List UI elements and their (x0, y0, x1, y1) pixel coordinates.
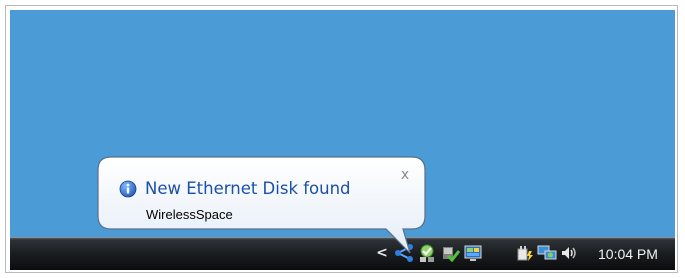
speaker-volume-icon[interactable] (559, 243, 579, 263)
info-icon (119, 180, 137, 198)
network-connection-icon[interactable] (537, 243, 557, 263)
balloon-title-row: New Ethernet Disk found (119, 178, 351, 200)
update-checkmark-icon[interactable] (440, 243, 460, 263)
display-monitor-icon[interactable] (463, 243, 483, 263)
power-plug-icon[interactable] (515, 243, 535, 263)
balloon-shape (97, 156, 426, 254)
screenshot-frame: < 10:04 PM New Ethernet Disk found Wirel… (5, 5, 678, 273)
balloon-body-text: WirelessSpace (146, 207, 233, 222)
balloon-title: New Ethernet Disk found (145, 179, 351, 198)
balloon-notification[interactable]: New Ethernet Disk found WirelessSpace x (97, 156, 427, 256)
taskbar-clock[interactable]: 10:04 PM (598, 246, 658, 262)
close-button[interactable]: x (398, 168, 412, 182)
